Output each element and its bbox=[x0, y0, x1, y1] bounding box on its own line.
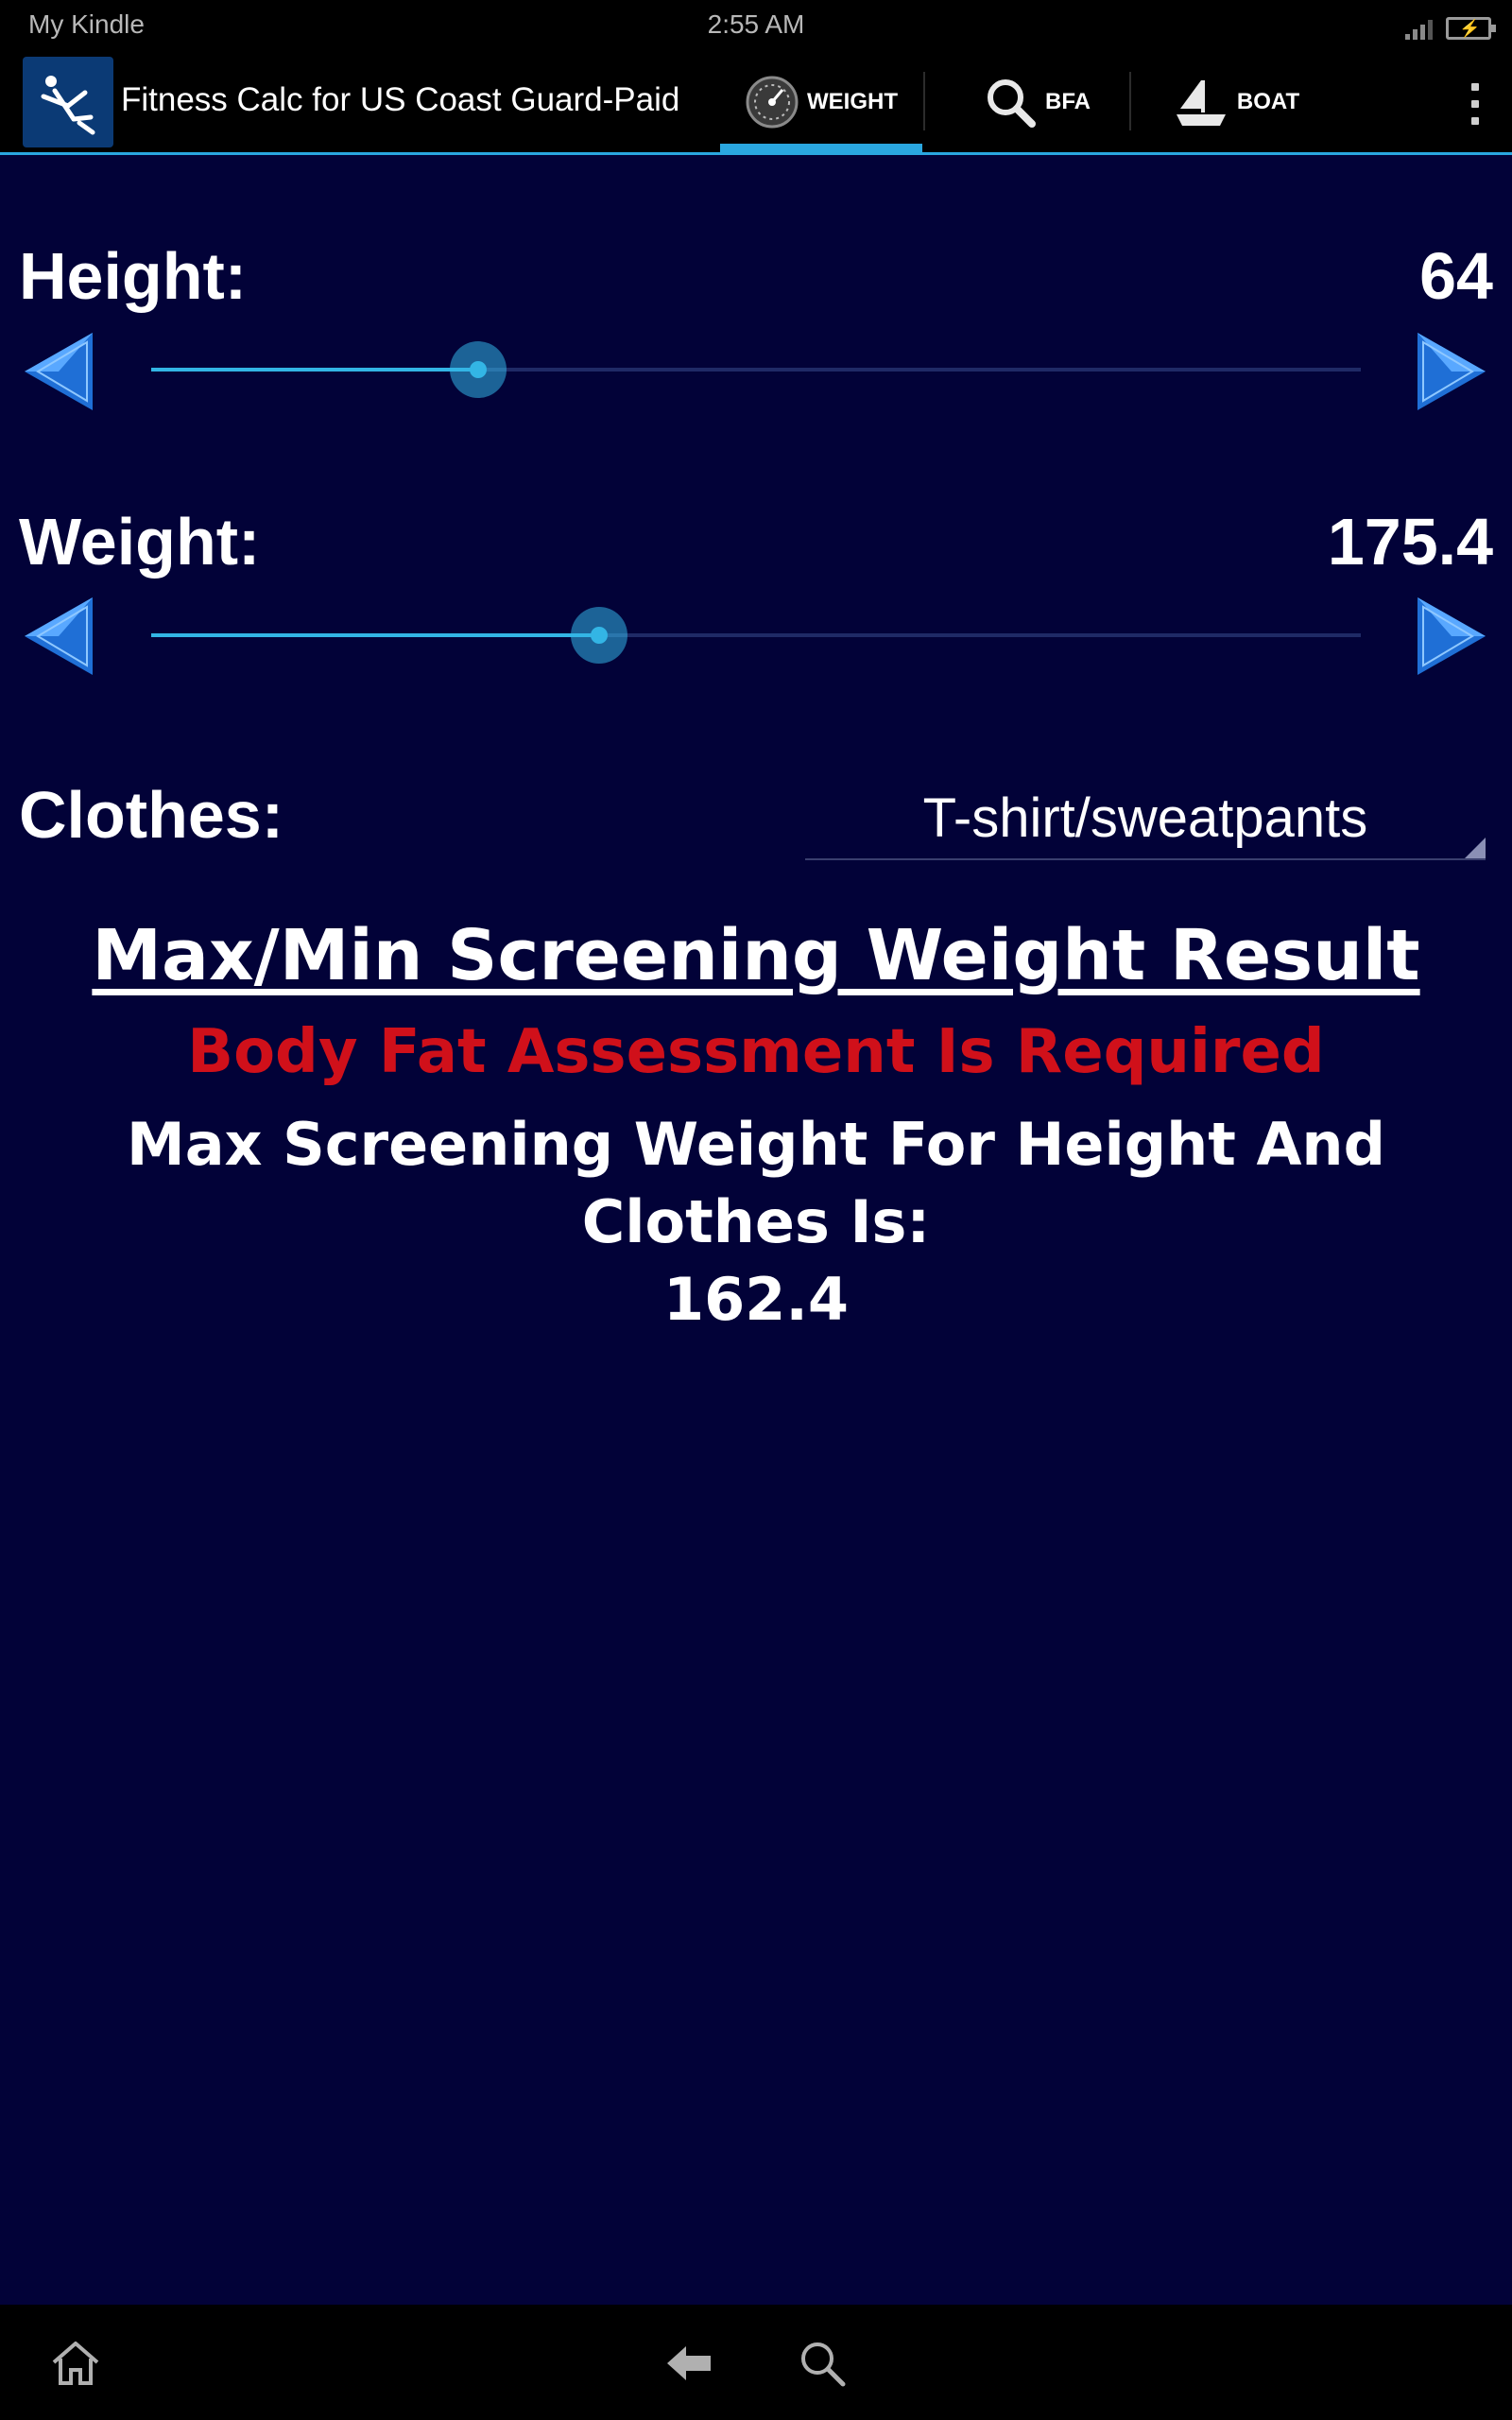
weight-decrease-arrow-icon[interactable] bbox=[21, 594, 96, 679]
height-slider[interactable] bbox=[151, 341, 1361, 398]
fitness-runner-icon[interactable] bbox=[23, 57, 113, 147]
status-icons: ⚡ bbox=[1405, 11, 1496, 40]
system-nav-bar bbox=[0, 2305, 1512, 2420]
weight-increase-arrow-icon[interactable] bbox=[1414, 594, 1489, 679]
home-icon[interactable] bbox=[45, 2333, 106, 2394]
clothes-dropdown[interactable]: T-shirt/sweatpants bbox=[805, 775, 1486, 860]
height-slider-fill bbox=[151, 368, 478, 372]
clothes-label: Clothes: bbox=[19, 778, 284, 852]
weight-slider-thumb[interactable] bbox=[570, 607, 627, 664]
action-bar: Fitness Calc for US Coast Guard-Paid WEI… bbox=[0, 51, 1512, 155]
signal-strength-icon bbox=[1405, 15, 1433, 40]
back-icon[interactable] bbox=[660, 2333, 720, 2394]
battery-charging-icon: ⚡ bbox=[1446, 17, 1496, 40]
height-label: Height: bbox=[19, 239, 248, 313]
gauge-icon bbox=[746, 76, 799, 128]
dropdown-caret-icon bbox=[1465, 838, 1486, 858]
overflow-menu-icon[interactable] bbox=[1461, 78, 1489, 130]
search-icon[interactable] bbox=[792, 2333, 852, 2394]
height-slider-thumb[interactable] bbox=[449, 341, 507, 398]
height-increase-arrow-icon[interactable] bbox=[1414, 329, 1489, 414]
status-bar: My Kindle 2:55 AM ⚡ bbox=[0, 0, 1512, 51]
tab-divider bbox=[1129, 72, 1131, 130]
tab-bfa-label: BFA bbox=[1045, 88, 1091, 114]
weight-slider-fill bbox=[151, 633, 599, 637]
height-value: 64 bbox=[1419, 239, 1493, 313]
clothes-selected-value: T-shirt/sweatpants bbox=[922, 787, 1368, 849]
result-warning: Body Fat Assessment Is Required bbox=[187, 1017, 1325, 1087]
tab-weight[interactable]: WEIGHT bbox=[720, 51, 922, 152]
tab-bfa[interactable]: BFA bbox=[945, 51, 1128, 152]
sailboat-icon bbox=[1176, 79, 1226, 126]
app-title: Fitness Calc for US Coast Guard-Paid bbox=[121, 81, 680, 118]
weight-value: 175.4 bbox=[1327, 505, 1493, 579]
result-max-value: 162.4 bbox=[662, 1265, 850, 1334]
weight-slider[interactable] bbox=[151, 607, 1361, 664]
result-max-weight: Max Screening Weight For Height And Clot… bbox=[0, 1106, 1512, 1339]
height-decrease-arrow-icon[interactable] bbox=[21, 329, 96, 414]
clock: 2:55 AM bbox=[707, 9, 805, 39]
weight-label: Weight: bbox=[19, 505, 261, 579]
result-title: Max/Min Screening Weight Result bbox=[92, 915, 1420, 996]
tab-boat[interactable]: BOAT bbox=[1151, 51, 1321, 152]
magnifier-icon bbox=[988, 78, 1036, 128]
tab-weight-label: WEIGHT bbox=[807, 88, 898, 114]
tab-divider bbox=[923, 72, 925, 130]
result-max-label: Max Screening Weight For Height And Clot… bbox=[127, 1110, 1385, 1256]
tab-boat-label: BOAT bbox=[1236, 88, 1300, 114]
